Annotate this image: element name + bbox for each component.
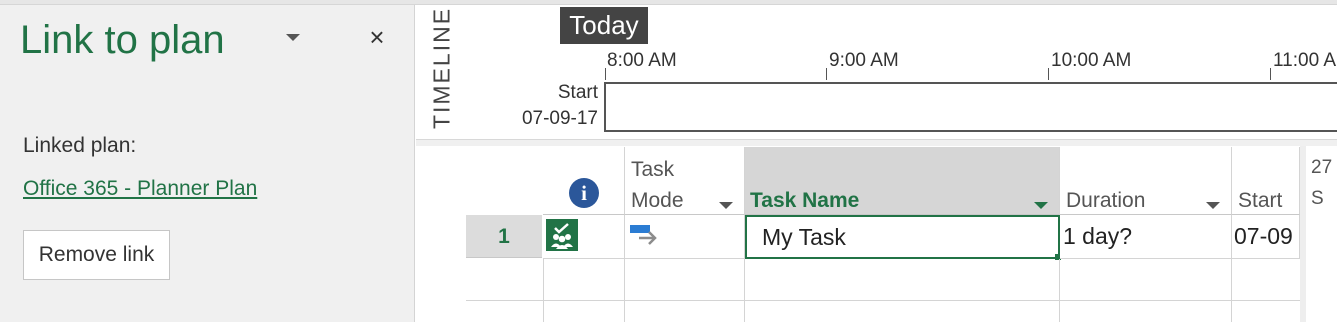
grid-column-line xyxy=(624,259,625,322)
linked-plan-link[interactable]: Office 365 - Planner Plan xyxy=(23,177,257,201)
indicator-cell[interactable] xyxy=(543,215,625,259)
grid-column-line xyxy=(543,259,544,322)
pane-options-chevron-down-icon[interactable] xyxy=(286,34,300,41)
remove-link-button[interactable]: Remove link xyxy=(23,230,170,280)
timeline-side-label: TIMELINE xyxy=(428,6,455,130)
duration-filter-chevron-down-icon[interactable] xyxy=(1206,202,1220,209)
timeline-tick-mark xyxy=(605,68,606,80)
row-number: 1 xyxy=(498,225,510,248)
task-name-cell[interactable]: My Task xyxy=(745,215,1060,259)
gantt-day-header-number: 27 xyxy=(1311,157,1333,178)
linked-plan-label: Linked plan: xyxy=(23,134,137,157)
timeline-tick-mark xyxy=(1048,68,1049,80)
timeline-tick-mark xyxy=(826,68,827,80)
task-mode-filter-chevron-down-icon[interactable] xyxy=(719,202,733,209)
duration-cell[interactable]: 1 day? xyxy=(1060,215,1232,259)
timeline-tick-mark xyxy=(1270,68,1271,80)
timeline-tick-label: 11:00 A xyxy=(1273,50,1337,71)
close-icon[interactable]: × xyxy=(364,24,390,50)
start-cell[interactable]: 07-09 xyxy=(1232,215,1300,259)
empty-row-line xyxy=(466,300,1300,301)
timeline-tick-label: 10:00 AM xyxy=(1051,50,1132,71)
start-header-label: Start xyxy=(1238,189,1283,212)
timeline-bar[interactable] xyxy=(604,82,1337,132)
timeline-start-date: 07-09-17 xyxy=(521,108,598,129)
task-name-value: My Task xyxy=(762,224,846,250)
pane-title: Link to plan xyxy=(20,18,225,62)
task-mode-header-line1: Task xyxy=(631,158,675,181)
auto-scheduled-icon xyxy=(629,223,659,250)
timeline-start-label: Start xyxy=(557,82,598,103)
task-mode-cell[interactable] xyxy=(625,215,745,259)
task-name-header-label: Task Name xyxy=(750,189,860,212)
grid-column-line xyxy=(744,259,745,322)
timeline-start: Start 07-09-17 xyxy=(516,80,598,132)
gantt-day-header-letter: S xyxy=(1311,188,1324,209)
timeline-tick-label: 8:00 AM xyxy=(607,50,677,71)
grid-column-line xyxy=(1231,259,1232,322)
info-icon: i xyxy=(569,178,599,208)
task-name-filter-chevron-down-icon[interactable] xyxy=(1034,202,1048,209)
duration-header-label: Duration xyxy=(1066,189,1146,212)
timeline-tick-label: 9:00 AM xyxy=(829,50,899,71)
grid-column-line xyxy=(1059,259,1060,322)
today-marker: Today xyxy=(560,7,648,44)
start-value: 07-09 xyxy=(1234,223,1293,249)
planner-linked-icon-graphic xyxy=(551,223,573,249)
planner-linked-icon xyxy=(546,219,578,251)
grid-chart-splitter[interactable] xyxy=(1300,146,1306,322)
duration-value: 1 day? xyxy=(1063,223,1133,249)
task-mode-header-line2: Mode xyxy=(631,189,684,212)
auto-scheduled-icon-graphic xyxy=(630,225,657,245)
